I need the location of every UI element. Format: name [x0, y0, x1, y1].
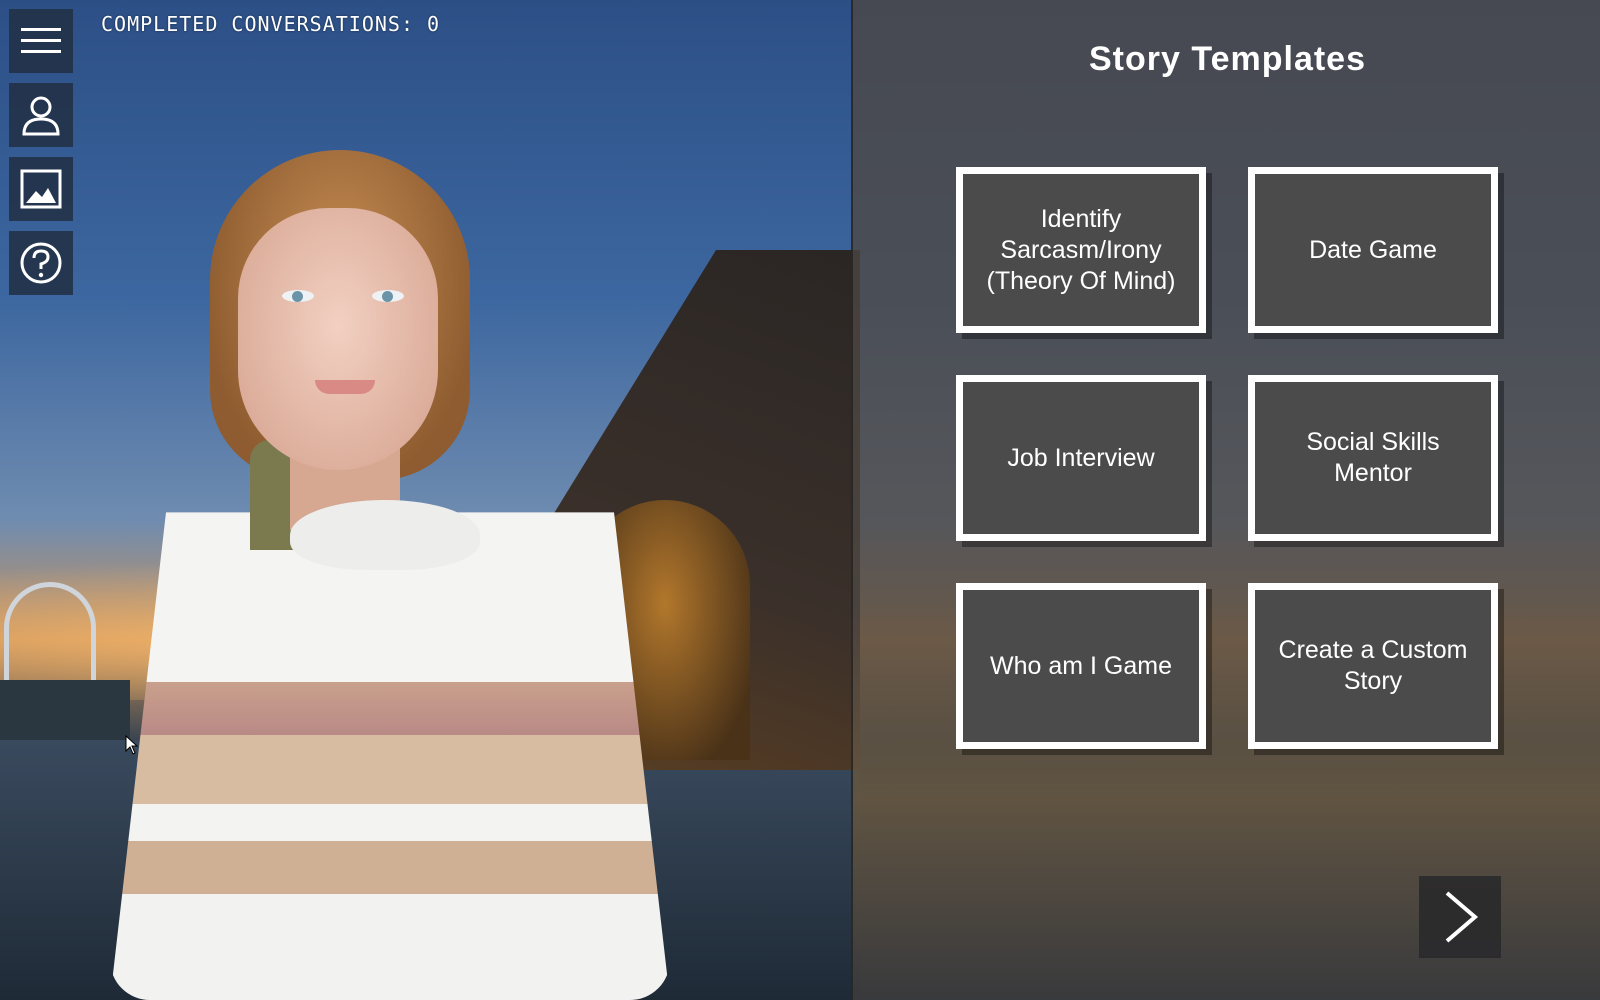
menu-button[interactable] — [9, 9, 73, 73]
panel-title: Story Templates — [1088, 40, 1366, 78]
template-date-game-button[interactable]: Date Game — [1248, 167, 1498, 333]
left-toolbar — [9, 9, 73, 295]
help-button[interactable] — [9, 231, 73, 295]
chevron-right-icon — [1445, 891, 1479, 943]
mouse-cursor-icon — [125, 735, 139, 755]
template-grid: Identify Sarcasm/Irony (Theory Of Mind) … — [956, 167, 1498, 749]
template-who-am-i-game-button[interactable]: Who am I Game — [956, 583, 1206, 749]
avatar-character — [110, 150, 670, 1000]
avatar-left-eye — [282, 290, 314, 302]
template-create-custom-story-button[interactable]: Create a Custom Story — [1248, 583, 1498, 749]
avatar-face — [238, 208, 438, 470]
avatar-right-eye — [372, 290, 404, 302]
menu-icon — [21, 28, 61, 53]
avatar-turtleneck — [290, 500, 480, 570]
help-icon — [20, 242, 62, 284]
user-icon — [22, 96, 60, 136]
story-templates-panel: Story Templates Identify Sarcasm/Irony (… — [851, 0, 1600, 1000]
avatar-mouth — [315, 380, 375, 394]
template-job-interview-button[interactable]: Job Interview — [956, 375, 1206, 541]
next-page-button[interactable] — [1419, 876, 1501, 958]
profile-button[interactable] — [9, 83, 73, 147]
background-button[interactable] — [9, 157, 73, 221]
app-screen: COMPLETED CONVERSATIONS: 0 Story Templat… — [0, 0, 1600, 1000]
image-icon — [20, 169, 62, 209]
completed-conversations-counter: COMPLETED CONVERSATIONS: 0 — [101, 12, 441, 36]
template-sarcasm-irony-button[interactable]: Identify Sarcasm/Irony (Theory Of Mind) — [956, 167, 1206, 333]
template-social-skills-mentor-button[interactable]: Social Skills Mentor — [1248, 375, 1498, 541]
